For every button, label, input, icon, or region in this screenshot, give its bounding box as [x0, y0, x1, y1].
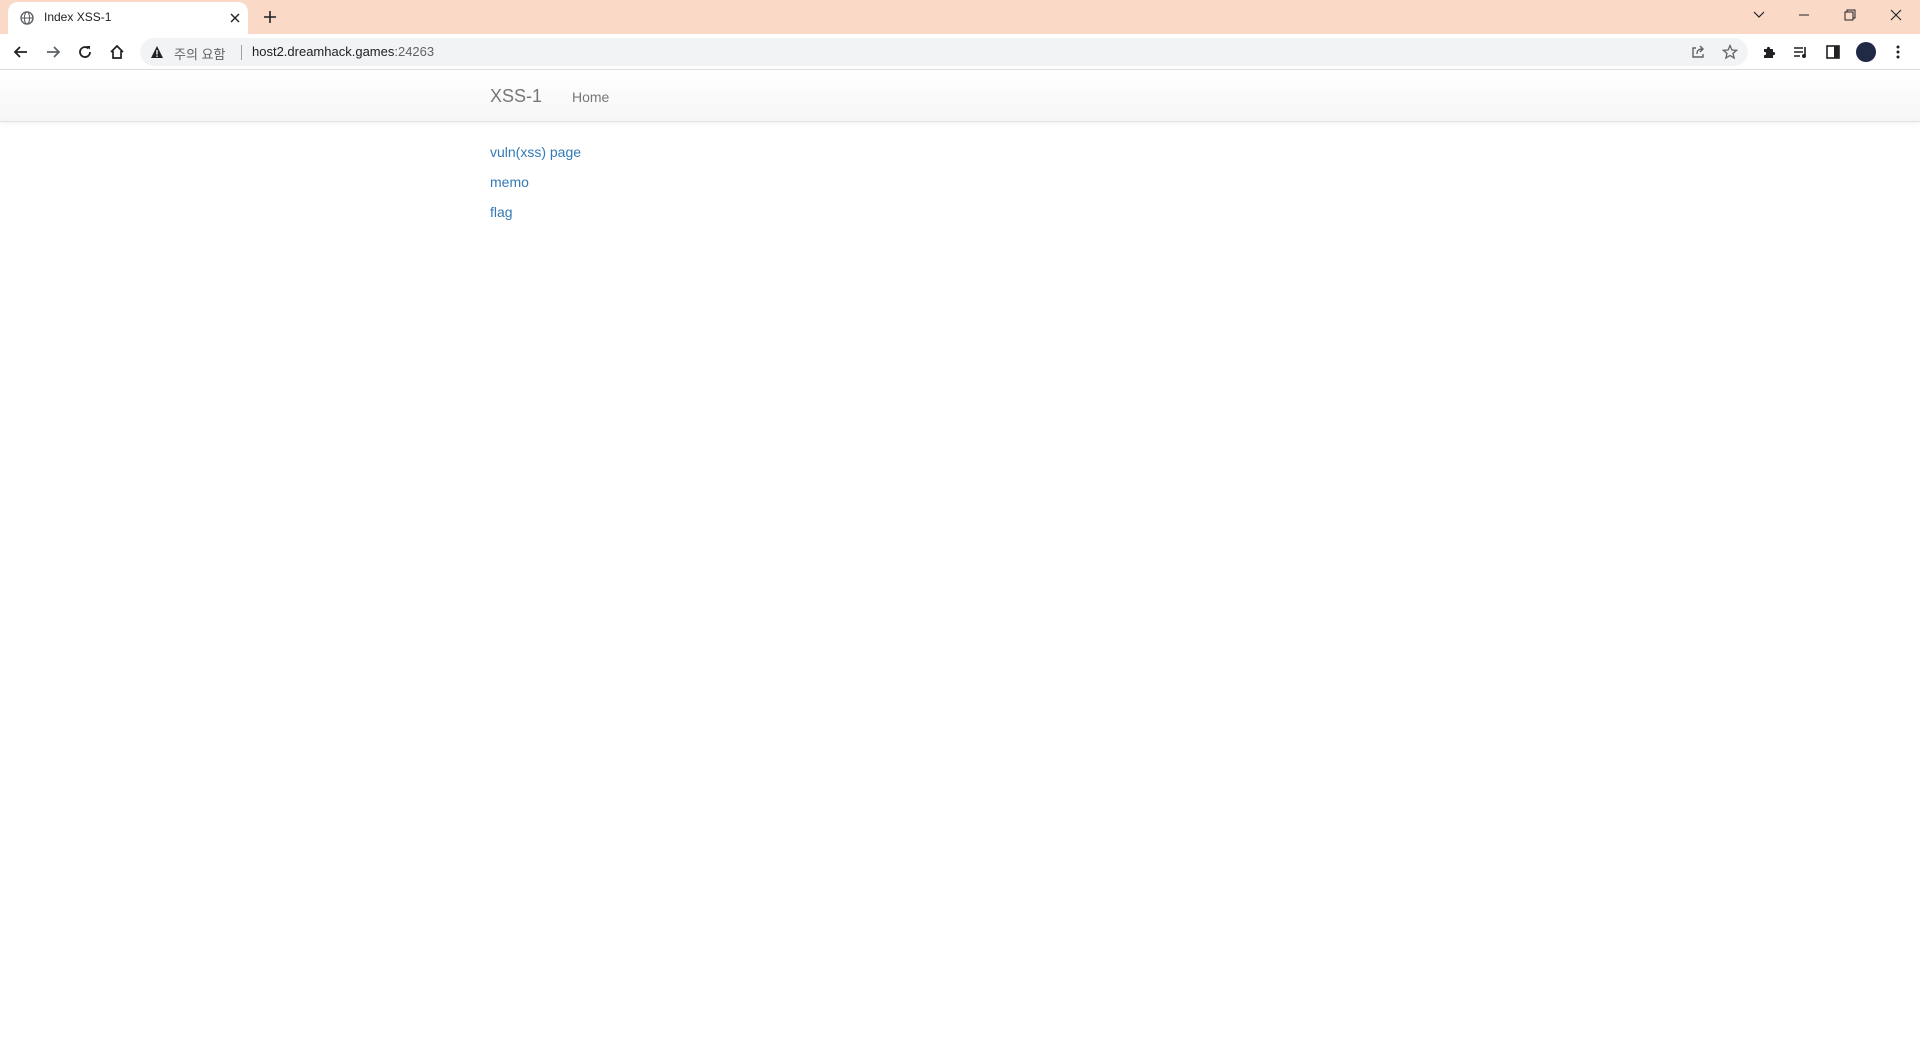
avatar[interactable]: [1856, 42, 1876, 62]
tab-strip: Index XSS-1: [0, 0, 1920, 34]
warning-icon[interactable]: [150, 45, 164, 59]
security-status-label[interactable]: 주의 요함: [174, 44, 225, 63]
nav-home-link[interactable]: Home: [572, 89, 609, 105]
reload-icon[interactable]: [74, 41, 96, 63]
close-icon[interactable]: [228, 11, 242, 25]
minimize-icon[interactable]: [1794, 6, 1814, 24]
kebab-menu-icon[interactable]: [1887, 41, 1909, 63]
tab-title: Index XSS-1: [44, 10, 112, 24]
address-bar[interactable]: 주의 요함 host2.dreamhack.games:24263: [140, 38, 1748, 66]
url-port: :24263: [394, 44, 435, 59]
back-arrow-icon[interactable]: [10, 41, 32, 63]
site-navbar: XSS-1 Home: [0, 70, 1920, 122]
forward-arrow-icon[interactable]: [42, 41, 64, 63]
address-separator: [241, 45, 242, 60]
home-icon[interactable]: [106, 41, 128, 63]
side-panel-icon[interactable]: [1822, 41, 1844, 63]
navbar-brand[interactable]: XSS-1: [490, 86, 542, 107]
close-window-icon[interactable]: [1886, 6, 1906, 24]
playlist-icon[interactable]: [1790, 41, 1812, 63]
restore-icon[interactable]: [1840, 6, 1860, 24]
flag-link[interactable]: flag: [490, 202, 581, 222]
url-host: host2.dreamhack.games: [252, 44, 395, 59]
plus-icon[interactable]: [261, 8, 279, 26]
vuln-page-link[interactable]: vuln(xss) page: [490, 142, 581, 162]
page-links: vuln(xss) page memo flag: [490, 142, 581, 232]
puzzle-icon[interactable]: [1758, 41, 1780, 63]
browser-tab[interactable]: Index XSS-1: [8, 2, 248, 34]
chevron-down-icon[interactable]: [1749, 6, 1769, 24]
share-icon[interactable]: [1690, 44, 1706, 60]
globe-icon: [20, 11, 34, 25]
browser-toolbar: 주의 요함 host2.dreamhack.games:24263: [0, 34, 1920, 70]
memo-link[interactable]: memo: [490, 172, 581, 192]
url-text[interactable]: host2.dreamhack.games:24263: [252, 44, 434, 59]
star-icon[interactable]: [1722, 44, 1738, 60]
